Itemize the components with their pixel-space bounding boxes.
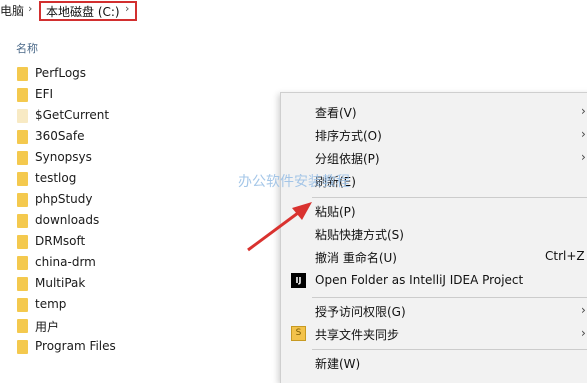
list-item[interactable]: EFI — [0, 85, 280, 106]
file-label: temp — [35, 297, 67, 311]
folder-icon — [17, 277, 28, 291]
list-item[interactable]: Program Files — [0, 337, 280, 358]
file-label: $GetCurrent — [35, 108, 110, 122]
file-label: testlog — [35, 171, 77, 185]
chevron-right-icon: › — [581, 104, 586, 118]
breadcrumb-current[interactable]: 本地磁盘 (C:) — [46, 3, 120, 20]
folder-icon — [17, 193, 28, 207]
folder-icon — [17, 130, 28, 144]
menu-item-label: 排序方式(O) — [315, 129, 382, 143]
list-item[interactable]: MultiPak — [0, 274, 280, 295]
menu-separator — [312, 349, 587, 350]
file-label: Program Files — [35, 339, 116, 353]
folder-icon — [17, 151, 28, 165]
list-item[interactable]: 用户 — [0, 316, 280, 337]
menu-item-paste-shortcut[interactable]: 粘贴快捷方式(S) — [281, 223, 587, 245]
list-item[interactable]: PerfLogs — [0, 64, 280, 85]
file-label: PerfLogs — [35, 66, 87, 80]
breadcrumb-separator-icon[interactable]: › — [28, 2, 32, 15]
list-item[interactable]: 360Safe — [0, 127, 280, 148]
folder-icon — [17, 319, 28, 333]
menu-item-undo-rename[interactable]: 撤消 重命名(U) Ctrl+Z — [281, 246, 587, 268]
menu-separator — [312, 297, 587, 298]
menu-item-sort[interactable]: 排序方式(O) › — [281, 124, 587, 146]
menu-item-label: 撤消 重命名(U) — [315, 251, 397, 265]
list-item[interactable]: DRMsoft — [0, 232, 280, 253]
menu-item-open-idea[interactable]: IJ Open Folder as IntelliJ IDEA Project — [281, 270, 587, 292]
menu-item-label: 粘贴快捷方式(S) — [315, 228, 404, 242]
list-item[interactable]: $GetCurrent — [0, 106, 280, 127]
file-label: 360Safe — [35, 129, 85, 143]
file-label: phpStudy — [35, 192, 93, 206]
menu-separator — [312, 197, 587, 198]
folder-icon — [17, 235, 28, 249]
context-menu: 查看(V) › 排序方式(O) › 分组依据(P) › 刷新(E) 粘贴(P) … — [280, 92, 587, 383]
file-label: Synopsys — [35, 150, 92, 164]
annotation-arrow-icon — [247, 202, 312, 252]
watermark: 办公软件安装教程 — [238, 174, 350, 190]
folder-icon — [17, 256, 28, 270]
folder-icon — [17, 340, 28, 354]
list-item[interactable]: downloads — [0, 211, 280, 232]
file-label: china-drm — [35, 255, 96, 269]
menu-item-shortcut: Ctrl+Z — [545, 249, 585, 263]
menu-item-label: 分组依据(P) — [315, 152, 380, 166]
chevron-right-icon: › — [581, 303, 586, 317]
folder-icon — [17, 214, 28, 228]
menu-item-label: Open Folder as IntelliJ IDEA Project — [315, 273, 524, 287]
breadcrumb: 电脑 › 本地磁盘 (C:) › — [0, 0, 587, 24]
menu-item-label: 共享文件夹同步 — [315, 328, 400, 342]
folder-icon-light — [17, 109, 28, 123]
list-item[interactable]: temp — [0, 295, 280, 316]
menu-item-group[interactable]: 分组依据(P) › — [281, 147, 587, 169]
menu-item-view[interactable]: 查看(V) › — [281, 101, 587, 123]
breadcrumb-root[interactable]: 电脑 — [0, 2, 24, 19]
folder-icon — [17, 88, 28, 102]
file-label: EFI — [35, 87, 54, 101]
menu-item-paste[interactable]: 粘贴(P) — [281, 200, 587, 222]
chevron-right-icon: › — [581, 150, 586, 164]
list-item[interactable]: Synopsys — [0, 148, 280, 169]
sync-share-icon: S — [291, 326, 306, 341]
menu-item-label: 授予访问权限(G) — [315, 305, 406, 319]
menu-item-new[interactable]: 新建(W) — [281, 352, 587, 374]
folder-icon — [17, 172, 28, 186]
intellij-idea-icon: IJ — [291, 273, 306, 288]
file-label: DRMsoft — [35, 234, 86, 248]
file-label: MultiPak — [35, 276, 86, 290]
column-header-name[interactable]: 名称 — [16, 40, 38, 56]
chevron-right-icon: › — [581, 127, 586, 141]
menu-item-grant-access[interactable]: 授予访问权限(G) › — [281, 300, 587, 322]
menu-item-sync-share[interactable]: S 共享文件夹同步 › — [281, 323, 587, 345]
list-item[interactable]: china-drm — [0, 253, 280, 274]
folder-icon — [17, 298, 28, 312]
file-label: 用户 — [35, 320, 60, 334]
file-label: downloads — [35, 213, 100, 227]
chevron-right-icon: › — [581, 326, 586, 340]
menu-item-label: 查看(V) — [315, 106, 357, 120]
list-item[interactable]: phpStudy — [0, 190, 280, 211]
folder-icon — [17, 67, 28, 81]
breadcrumb-chevron-icon[interactable]: › — [125, 2, 129, 15]
menu-item-label: 粘贴(P) — [315, 205, 356, 219]
